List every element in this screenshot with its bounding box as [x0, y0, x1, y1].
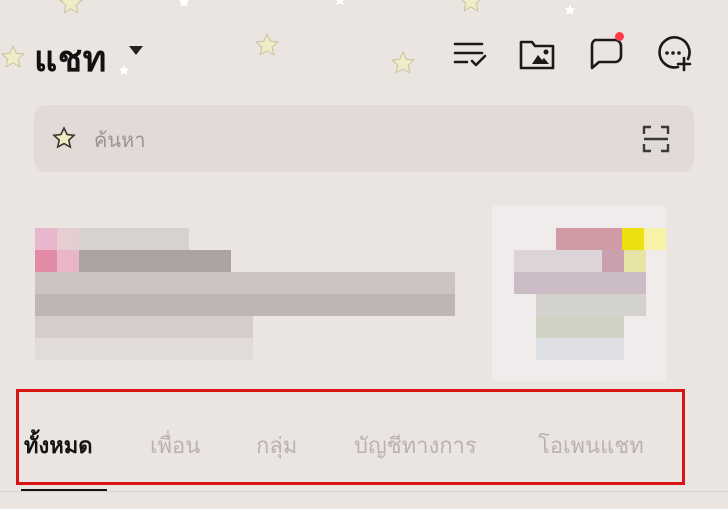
tab-official-accounts[interactable]: บัญชีทางการ — [354, 428, 477, 463]
chevron-down-icon[interactable] — [129, 46, 143, 55]
star-decoration-icon — [390, 50, 416, 74]
search-bar[interactable] — [34, 105, 694, 172]
star-decoration-icon — [254, 32, 280, 56]
add-chat-icon[interactable] — [654, 34, 694, 74]
star-decoration-icon — [334, 0, 346, 7]
tab-all[interactable]: ทั้งหมด — [24, 428, 93, 463]
star-decoration-icon — [176, 0, 192, 9]
tab-friends[interactable]: เพื่อน — [150, 428, 200, 463]
scan-icon[interactable] — [642, 125, 670, 153]
star-decoration-icon — [59, 0, 83, 14]
sort-check-icon[interactable] — [450, 34, 490, 74]
star-search-icon — [52, 126, 76, 149]
tab-open-chat[interactable]: โอเพนแชท — [538, 428, 644, 463]
star-decoration-icon — [562, 2, 578, 17]
divider — [0, 491, 728, 492]
photo-folder-icon[interactable] — [517, 34, 557, 74]
search-input[interactable] — [92, 121, 616, 159]
star-decoration-icon — [0, 44, 26, 68]
star-decoration-icon — [461, 0, 481, 12]
tab-groups[interactable]: กลุ่ม — [256, 428, 297, 463]
page-title[interactable]: แชท — [34, 30, 107, 87]
notification-dot — [615, 32, 624, 41]
chat-bubble-icon[interactable] — [586, 32, 626, 74]
star-decoration-icon — [116, 62, 132, 77]
